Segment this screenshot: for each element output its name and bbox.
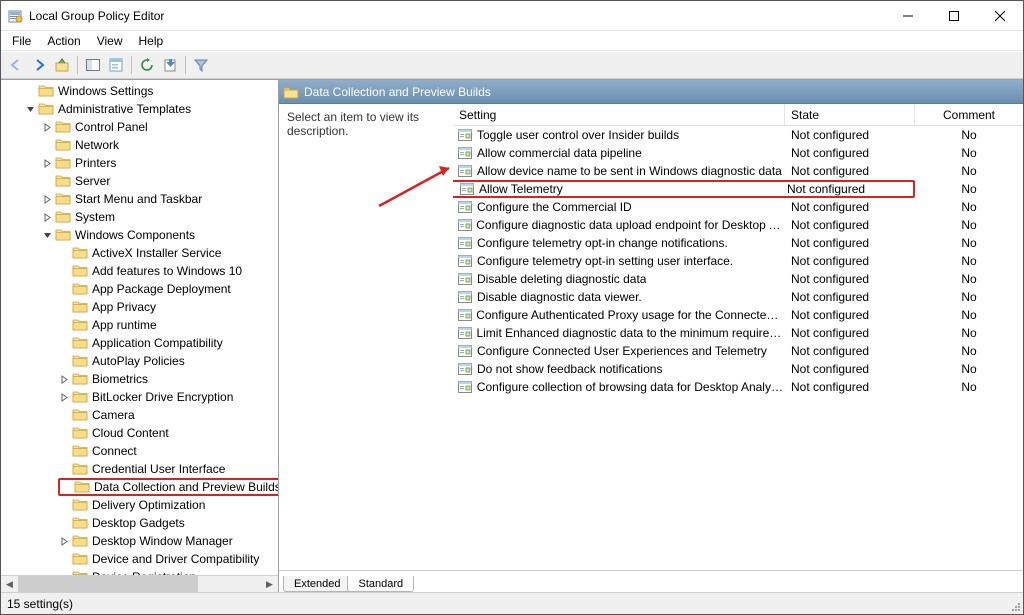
status-text: 15 setting(s) [7, 597, 73, 611]
tree-item[interactable]: Server [1, 172, 278, 190]
setting-row[interactable]: Configure the Commercial IDNot configure… [453, 198, 1023, 216]
tree-scrollbar[interactable]: ◀▶ [1, 575, 278, 592]
tree-item[interactable]: Credential User Interface [1, 460, 278, 478]
tree-item[interactable]: Desktop Gadgets [1, 514, 278, 532]
properties-button[interactable] [105, 54, 127, 76]
setting-row[interactable]: Configure Authenticated Proxy usage for … [453, 306, 1023, 324]
tree-item[interactable]: System [1, 208, 278, 226]
setting-row[interactable]: Allow TelemetryNot configuredNo [453, 180, 1023, 198]
tree-item[interactable]: Add features to Windows 10 [1, 262, 278, 280]
tree-item[interactable]: Data Collection and Preview Builds [1, 478, 278, 496]
forward-button[interactable] [28, 54, 50, 76]
tab-standard[interactable]: Standard [347, 576, 414, 592]
settings-list[interactable]: Toggle user control over Insider buildsN… [453, 126, 1023, 570]
up-button[interactable] [51, 54, 73, 76]
setting-row[interactable]: Allow commercial data pipelineNot config… [453, 144, 1023, 162]
tree-item[interactable]: App runtime [1, 316, 278, 334]
setting-row[interactable]: Do not show feedback notificationsNot co… [453, 360, 1023, 378]
setting-row[interactable]: Configure diagnostic data upload endpoin… [453, 216, 1023, 234]
tree-item[interactable]: App Package Deployment [1, 280, 278, 298]
description-pane: Select an item to view its description. [279, 104, 453, 570]
tree-item[interactable]: ActiveX Installer Service [1, 244, 278, 262]
column-headers: Setting State Comment [453, 104, 1023, 126]
maximize-button[interactable] [931, 1, 977, 30]
folder-icon [283, 85, 299, 99]
status-bar: 15 setting(s) [1, 592, 1023, 614]
tree-item[interactable]: Device and Driver Compatibility [1, 550, 278, 568]
description-prompt: Select an item to view its description. [287, 110, 419, 138]
menu-view[interactable]: View [90, 33, 130, 49]
tree-item[interactable]: Administrative Templates [1, 100, 278, 118]
tree-item[interactable]: AutoPlay Policies [1, 352, 278, 370]
tree-item[interactable]: Network [1, 136, 278, 154]
show-hide-tree-button[interactable] [82, 54, 104, 76]
menu-help[interactable]: Help [132, 33, 171, 49]
export-list-button[interactable] [159, 54, 181, 76]
tree-item[interactable]: Printers [1, 154, 278, 172]
tree-item[interactable]: Start Menu and Taskbar [1, 190, 278, 208]
tree-item[interactable]: Application Compatibility [1, 334, 278, 352]
setting-row[interactable]: Allow device name to be sent in Windows … [453, 162, 1023, 180]
col-setting[interactable]: Setting [453, 104, 785, 125]
toolbar [1, 51, 1023, 79]
back-button [5, 54, 27, 76]
setting-row[interactable]: Configure Connected User Experiences and… [453, 342, 1023, 360]
menu-action[interactable]: Action [40, 33, 87, 49]
tree-view[interactable]: Windows SettingsAdministrative Templates… [1, 80, 278, 575]
col-comment[interactable]: Comment [915, 104, 1023, 125]
tree-item[interactable]: Cloud Content [1, 424, 278, 442]
tree-item[interactable]: Connect [1, 442, 278, 460]
col-state[interactable]: State [785, 104, 915, 125]
setting-row[interactable]: Limit Enhanced diagnostic data to the mi… [453, 324, 1023, 342]
titlebar: Local Group Policy Editor [1, 1, 1023, 31]
tree-item[interactable]: Biometrics [1, 370, 278, 388]
tree-item[interactable]: App Privacy [1, 298, 278, 316]
menubar: File Action View Help [1, 31, 1023, 51]
tree-item[interactable]: Delivery Optimization [1, 496, 278, 514]
tree-item[interactable]: Camera [1, 406, 278, 424]
menu-file[interactable]: File [5, 33, 38, 49]
close-button[interactable] [977, 1, 1023, 30]
refresh-button[interactable] [136, 54, 158, 76]
settings-header-title: Data Collection and Preview Builds [304, 85, 491, 99]
tree-item[interactable]: Control Panel [1, 118, 278, 136]
gpedit-icon [7, 8, 23, 24]
setting-row[interactable]: Disable deleting diagnostic dataNot conf… [453, 270, 1023, 288]
setting-row[interactable]: Toggle user control over Insider buildsN… [453, 126, 1023, 144]
tree-item[interactable]: Desktop Window Manager [1, 532, 278, 550]
setting-row[interactable]: Configure telemetry opt-in change notifi… [453, 234, 1023, 252]
tree-item[interactable]: Device Registration [1, 568, 278, 575]
settings-header: Data Collection and Preview Builds [279, 80, 1023, 104]
tab-extended[interactable]: Extended [283, 576, 351, 592]
minimize-button[interactable] [885, 1, 931, 30]
window-title: Local Group Policy Editor [29, 9, 885, 23]
view-tabs: Extended Standard [279, 570, 1023, 592]
tree-item[interactable]: BitLocker Drive Encryption [1, 388, 278, 406]
setting-row[interactable]: Configure collection of browsing data fo… [453, 378, 1023, 396]
setting-row[interactable]: Configure telemetry opt-in setting user … [453, 252, 1023, 270]
filter-button[interactable] [190, 54, 212, 76]
tree-item[interactable]: Windows Settings [1, 82, 278, 100]
setting-row[interactable]: Disable diagnostic data viewer.Not confi… [453, 288, 1023, 306]
tree-item[interactable]: Windows Components [1, 226, 278, 244]
